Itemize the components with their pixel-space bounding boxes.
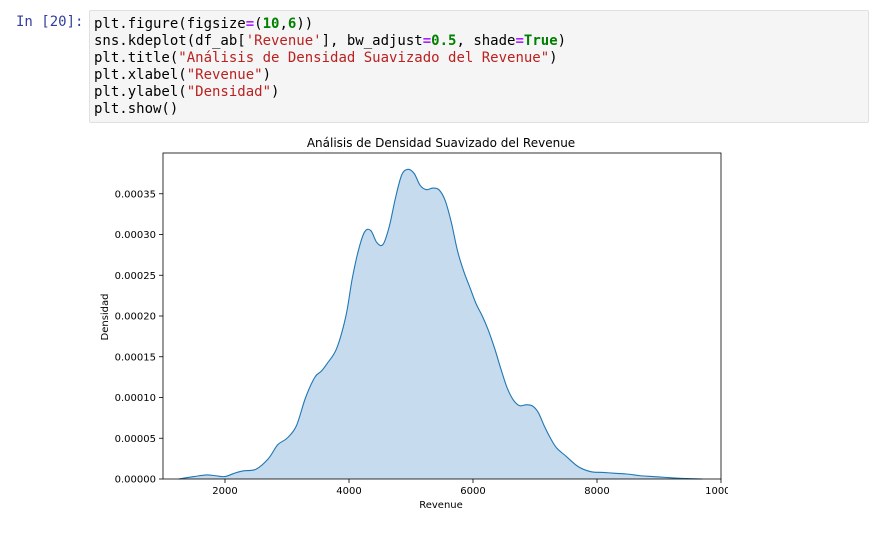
density-chart: Análisis de Densidad Suavizado del Reven… <box>100 136 737 511</box>
code-token: ) <box>262 67 272 83</box>
cell-output: Análisis de Densidad Suavizado del Reven… <box>88 130 737 524</box>
cell-prompt: In [20]: <box>16 14 84 30</box>
code-token: ) <box>557 33 567 49</box>
y-tick-label: 0.00020 <box>115 312 156 323</box>
code-token: plt.title( <box>94 50 179 66</box>
x-tick-label: 4000 <box>336 486 361 497</box>
code-token: 'Revenue' <box>245 33 322 49</box>
code-line: plt.show() <box>94 101 868 118</box>
code-token: , shade <box>456 33 516 49</box>
code-line: plt.ylabel("Densidad") <box>94 84 868 101</box>
code-token: plt.xlabel( <box>94 67 187 83</box>
x-axis-label: Revenue <box>419 500 463 511</box>
y-tick-label: 0.00005 <box>115 434 156 445</box>
y-tick-label: 0.00030 <box>115 230 156 241</box>
code-token: "Revenue" <box>186 67 263 83</box>
code-line: plt.title("Análisis de Densidad Suavizad… <box>94 50 868 67</box>
code-token: ) <box>549 50 558 66</box>
y-tick-label: 0.00010 <box>115 393 156 404</box>
density-fill-area <box>178 169 703 480</box>
code-token: )) <box>296 16 314 32</box>
x-tick-label: 8000 <box>584 486 609 497</box>
code-token: ], bw_adjust <box>321 33 423 49</box>
x-tick-label: 2000 <box>212 486 237 497</box>
code-token: = <box>515 33 524 49</box>
code-token: "Densidad" <box>186 84 272 100</box>
code-line: plt.figure(figsize=(10,6)) <box>94 16 868 33</box>
code-line: sns.kdeplot(df_ab['Revenue'], bw_adjust=… <box>94 33 868 50</box>
y-tick-label: 0.00035 <box>115 189 156 200</box>
y-tick-label: 0.00025 <box>115 271 156 282</box>
code-token: ( <box>254 16 263 32</box>
code-token: plt.show() <box>94 101 179 117</box>
code-token: = <box>422 33 432 49</box>
y-tick-label: 0.00000 <box>115 475 156 486</box>
x-tick-label: 6000 <box>460 486 485 497</box>
code-token: plt.ylabel( <box>94 84 187 100</box>
code-token: 0.5 <box>431 33 457 49</box>
x-tick-label: 10000 <box>705 486 728 497</box>
code-token: 10 <box>262 16 280 32</box>
y-tick-label: 0.00015 <box>115 352 156 363</box>
code-line: plt.xlabel("Revenue") <box>94 67 868 84</box>
code-token: plt.figure(figsize <box>94 16 246 32</box>
code-input-cell[interactable]: plt.figure(figsize=(10,6)) sns.kdeplot(df… <box>89 10 869 123</box>
y-axis-label: Densidad <box>100 293 111 340</box>
code-token: "Análisis de Densidad Suavizado del Reve… <box>178 50 550 66</box>
code-token: True <box>523 33 558 49</box>
code-token: sns.kdeplot(df_ab[ <box>94 33 246 49</box>
plot-area: 2000 4000 6000 8000 10000 0.00000 0.00005 0.000… <box>115 152 737 497</box>
code-token: = <box>245 16 255 32</box>
code-token: ) <box>271 84 280 100</box>
code-token: , <box>279 16 288 32</box>
chart-title: Análisis de Densidad Suavizado del Reven… <box>307 136 575 150</box>
